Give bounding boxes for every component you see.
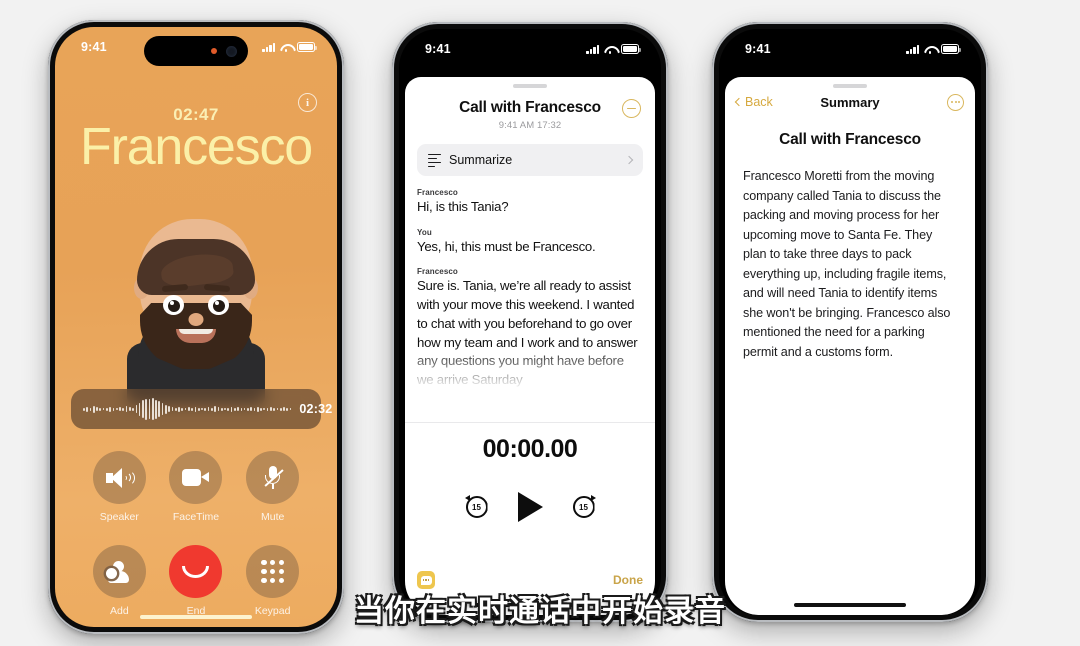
phone-2-status-bar: 9:41: [399, 29, 661, 63]
summary-title: Call with Francesco: [779, 131, 921, 148]
transcript-list: Francesco Hi, is this Tania? You Yes, hi…: [405, 176, 655, 390]
status-icons: [906, 44, 961, 54]
minus-circle-icon[interactable]: [622, 99, 641, 118]
battery-icon: [297, 42, 317, 52]
transcript-speaker: You: [417, 227, 432, 237]
transcript-entry: Francesco Sure is. Tania, we’re all read…: [417, 267, 643, 389]
summary-sheet: Back Summary Call with Francesco Frances…: [725, 77, 975, 615]
video-camera-icon: [169, 451, 223, 504]
transcript-text: Sure is. Tania, we’re all ready to assis…: [417, 278, 638, 388]
transcript-entry: You Yes, hi, this must be Francesco.: [417, 228, 643, 257]
phone-1-screen: 9:41 i 02:47 Francesco 02:32 Speaker Fac…: [55, 27, 337, 627]
play-icon[interactable]: [517, 492, 543, 522]
battery-icon: [941, 44, 961, 54]
mute-label: Mute: [260, 511, 285, 523]
microphone-muted-icon: [246, 451, 300, 504]
back-button[interactable]: Back: [734, 95, 773, 109]
chevron-left-icon: [734, 97, 744, 107]
summarize-row[interactable]: Summarize: [417, 144, 643, 176]
playback-time: 00:00.00: [482, 435, 578, 463]
status-time: 9:41: [81, 40, 107, 54]
transcript-text: Hi, is this Tania?: [417, 199, 509, 214]
transcript-title: Call with Francesco: [459, 99, 601, 116]
phone-3-screen: 9:41 Back Summary Call with Francesco Fr…: [719, 29, 981, 615]
skip-forward-15-button[interactable]: 15: [572, 495, 596, 518]
video-subtitle: 当你在实时通话中开始录音: [354, 594, 726, 629]
status-icons: [262, 42, 317, 52]
transcript-header: Call with Francesco 9:41 AM 17:32: [405, 77, 655, 131]
transcript-timestamp: 9:41 AM 17:32: [498, 120, 562, 131]
playback-controls: 15 15: [405, 492, 655, 522]
chevron-right-icon: [624, 155, 634, 165]
cellular-bars-icon: [262, 42, 275, 52]
memoji-avatar: [121, 195, 271, 405]
recording-elapsed: 02:32: [299, 402, 333, 416]
wifi-icon: [280, 43, 292, 52]
summarize-lines-icon: [428, 153, 441, 168]
battery-icon: [621, 44, 641, 54]
nav-title: Summary: [820, 94, 880, 110]
wifi-icon: [924, 45, 936, 54]
phone-2-screen: 9:41 Call with Francesco 9:41 AM 17:32 S…: [399, 29, 661, 615]
back-label: Back: [745, 95, 773, 109]
facetime-button[interactable]: FaceTime: [169, 451, 223, 523]
transcript-divider: [405, 422, 655, 423]
facetime-label: FaceTime: [172, 511, 220, 523]
call-background: 9:41 i 02:47 Francesco 02:32 Speaker Fac…: [55, 27, 337, 627]
speaker-label: Speaker: [99, 511, 139, 523]
more-circle-icon[interactable]: [947, 93, 964, 111]
phone-1-call-screen: 9:41 i 02:47 Francesco 02:32 Speaker Fac…: [48, 20, 344, 634]
transcript-sheet: Call with Francesco 9:41 AM 17:32 Summar…: [405, 77, 655, 615]
skip-back-15-button[interactable]: 15: [464, 495, 488, 518]
status-time: 9:41: [745, 42, 771, 56]
phone-1-status-bar: 9:41: [55, 27, 337, 61]
cellular-bars-icon: [586, 44, 599, 54]
recording-capsule[interactable]: 02:32: [71, 389, 332, 429]
speaker-icon: [92, 451, 146, 504]
skip-back-label: 15: [472, 502, 481, 512]
screenshot-stage: 9:41 i 02:47 Francesco 02:32 Speaker Fac…: [0, 0, 1080, 646]
skip-forward-label: 15: [579, 502, 588, 512]
phone-2-transcript-screen: 9:41 Call with Francesco 9:41 AM 17:32 S…: [392, 22, 668, 622]
mute-button[interactable]: Mute: [246, 451, 300, 523]
caller-name: Francesco: [80, 118, 313, 176]
status-icons: [586, 44, 641, 54]
summarize-label: Summarize: [449, 153, 513, 167]
audio-waveform: [83, 398, 292, 420]
summary-nav-bar: Back Summary: [725, 85, 975, 119]
wifi-icon: [604, 45, 616, 54]
done-button[interactable]: Done: [613, 573, 643, 587]
phone-3-summary-screen: 9:41 Back Summary Call with Francesco Fr…: [712, 22, 988, 622]
speaker-button[interactable]: Speaker: [92, 451, 146, 523]
audio-player: 00:00.00 15 15: [405, 435, 655, 522]
phone-3-status-bar: 9:41: [719, 29, 981, 63]
transcript-speaker: Francesco: [417, 188, 458, 197]
transcript-text: Yes, hi, this must be Francesco.: [417, 238, 596, 254]
transcript-speaker: Francesco: [417, 267, 458, 277]
cellular-bars-icon: [906, 44, 919, 54]
transcript-entry: Francesco Hi, is this Tania?: [417, 188, 643, 217]
status-time: 9:41: [425, 42, 451, 56]
summary-body: Francesco Moretti from the moving compan…: [743, 169, 951, 359]
